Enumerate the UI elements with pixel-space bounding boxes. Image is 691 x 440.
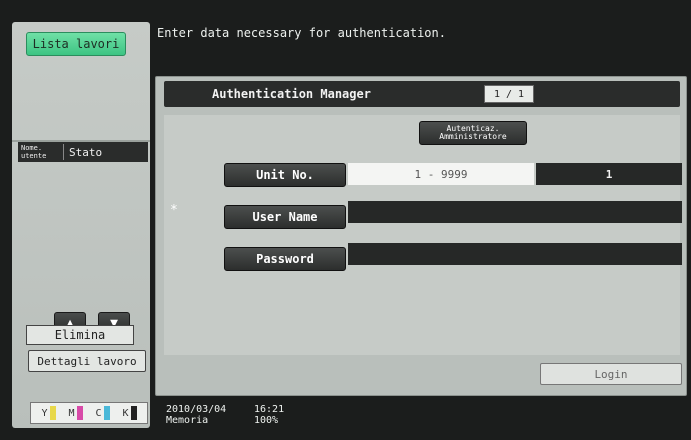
toner-cyan: C (95, 406, 110, 420)
panel-title-bar: Authentication Manager 1 / 1 (164, 81, 680, 107)
unit-range-hint: 1 - 9999 (348, 163, 534, 185)
authentication-panel: Authentication Manager 1 / 1 Autenticaz.… (155, 76, 687, 396)
password-field[interactable] (348, 243, 682, 265)
required-mark: * (170, 203, 178, 218)
panel-title: Authentication Manager (212, 87, 371, 101)
toner-magenta-swatch (76, 406, 83, 420)
password-button[interactable]: Password (224, 247, 346, 271)
status-memory-value: 100% (254, 415, 279, 426)
column-status: Stato (69, 145, 103, 159)
page-indicator: 1 / 1 (484, 85, 534, 103)
column-user-name: Nome. utente (18, 144, 64, 160)
form-area (164, 115, 680, 355)
status-memory-label: Memoria (166, 415, 209, 426)
unit-no-button[interactable]: Unit No. (224, 163, 346, 187)
status-time: 16:21 (254, 404, 285, 415)
delete-button[interactable]: Elimina (26, 325, 134, 345)
login-button[interactable]: Login (540, 363, 682, 385)
status-time-memory: 16:21 100% (254, 404, 284, 426)
toner-black-swatch (130, 406, 137, 420)
admin-authentication-button[interactable]: Autenticaz. Amministratore (419, 121, 527, 145)
job-list-button[interactable]: Lista lavori (26, 32, 126, 56)
toner-yellow-swatch (49, 406, 56, 420)
instruction-message: Enter data necessary for authentication. (157, 26, 446, 40)
toner-cyan-swatch (103, 406, 110, 420)
toner-black: K (122, 406, 137, 420)
user-name-button[interactable]: User Name (224, 205, 346, 229)
toner-level-bar: Y M C K (30, 402, 148, 424)
status-date: 2010/03/04 (166, 404, 227, 415)
toner-magenta: M (68, 406, 83, 420)
job-list-header: Nome. utente Stato (18, 142, 148, 162)
toner-yellow: Y (41, 406, 56, 420)
unit-no-field[interactable]: 1 (536, 163, 682, 185)
status-date-memory: 2010/03/04 Memoria (166, 404, 226, 426)
user-name-field[interactable] (348, 201, 682, 223)
job-details-button[interactable]: Dettagli lavoro (28, 350, 146, 372)
